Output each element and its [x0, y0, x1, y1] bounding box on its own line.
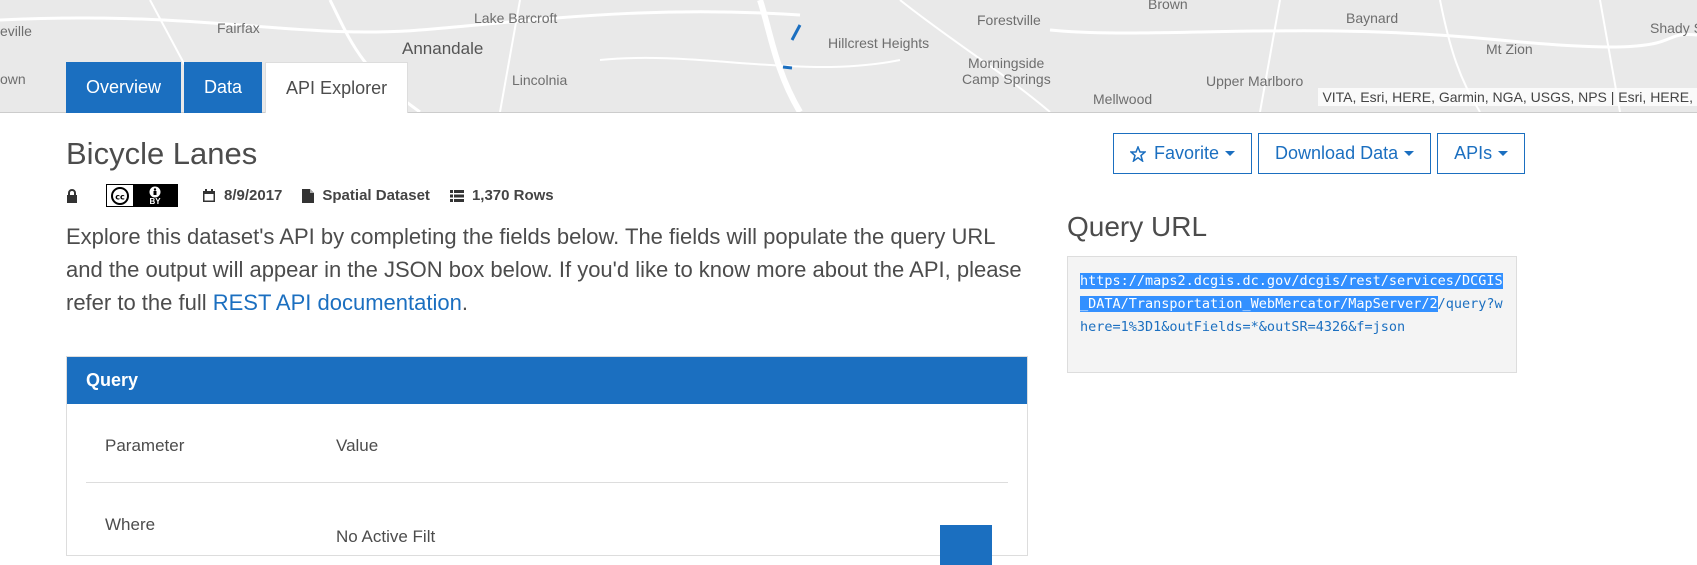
map-place-label: own — [0, 71, 26, 87]
favorite-button[interactable]: Favorite — [1113, 133, 1253, 174]
calendar-icon — [203, 188, 215, 202]
query-url-title: Query URL — [1067, 211, 1208, 242]
map-place-label: Annandale — [402, 39, 484, 58]
map-place-label: Lake Barcroft — [474, 10, 558, 26]
api-description: Explore this dataset's API by completing… — [66, 224, 1022, 315]
cc-by-license-badge[interactable]: cc BY — [106, 184, 178, 207]
caret-down-icon — [1404, 151, 1415, 156]
apis-button[interactable]: APIs — [1437, 133, 1526, 174]
map-attribution: VITA, Esri, HERE, Garmin, NGA, USGS, NPS… — [1318, 88, 1697, 106]
query-url-box[interactable]: https://maps2.dcgis.dc.gov/dcgis/rest/se… — [1067, 256, 1517, 373]
map-place-label: Shady S — [1650, 20, 1697, 36]
where-filter-value[interactable]: No Active Filt — [336, 527, 435, 547]
attribution-person-icon — [149, 186, 161, 197]
tab-data[interactable]: Data — [184, 62, 263, 113]
where-label: Where — [105, 515, 156, 534]
map-place-label: Fairfax — [217, 20, 260, 36]
column-header-parameter: Parameter — [105, 436, 185, 455]
caret-down-icon — [1225, 151, 1236, 156]
dataset-actions: Favorite Download Data APIs — [1113, 133, 1531, 174]
map-place-label: Mellwood — [1093, 91, 1153, 107]
query-table-header: Parameter Value — [86, 404, 1008, 483]
cc-icon: cc — [107, 185, 133, 206]
map-place-label: Lincolnia — [512, 72, 568, 88]
dataset-type: Spatial Dataset — [322, 187, 430, 204]
map-place-label: Camp Springs — [962, 71, 1051, 87]
query-panel-title: Query — [67, 357, 1027, 404]
map-place-label: Mt Zion — [1486, 41, 1533, 57]
lock-icon — [66, 188, 86, 203]
dataset-tabs: Overview Data API Explorer — [66, 62, 411, 113]
map-place-label: Forestville — [977, 12, 1041, 28]
dataset-rows: 1,370 Rows — [471, 187, 554, 204]
download-data-button[interactable]: Download Data — [1258, 133, 1432, 174]
table-list-icon — [449, 189, 464, 202]
svg-text:cc: cc — [115, 192, 125, 201]
map-place-label: Baynard — [1346, 10, 1399, 26]
rest-api-docs-link[interactable]: REST API documentation — [213, 290, 462, 315]
map-place-label: Hillcrest Heights — [828, 35, 930, 51]
file-icon — [302, 188, 315, 203]
dataset-date: 8/9/2017 — [224, 187, 283, 204]
license-badge-text: BY — [149, 196, 161, 206]
map-place-label: Upper Marlboro — [1206, 73, 1304, 89]
page-title: Bicycle Lanes — [66, 136, 258, 171]
tab-overview[interactable]: Overview — [66, 62, 182, 113]
star-icon — [1130, 145, 1146, 162]
query-panel: Query Parameter Value Where No Active Fi… — [66, 356, 1028, 565]
caret-down-icon — [1498, 151, 1509, 156]
map-place-label: Brown — [1148, 0, 1188, 12]
map-place-label: eville — [0, 23, 32, 39]
tab-api-explorer[interactable]: API Explorer — [265, 62, 409, 113]
map-place-label: Morningside — [968, 55, 1045, 71]
edit-where-button[interactable] — [940, 525, 992, 565]
dataset-meta: cc BY 8/9/2017 Spatial Dataset 1,370 Row… — [66, 184, 574, 207]
column-header-value: Value — [336, 436, 379, 455]
